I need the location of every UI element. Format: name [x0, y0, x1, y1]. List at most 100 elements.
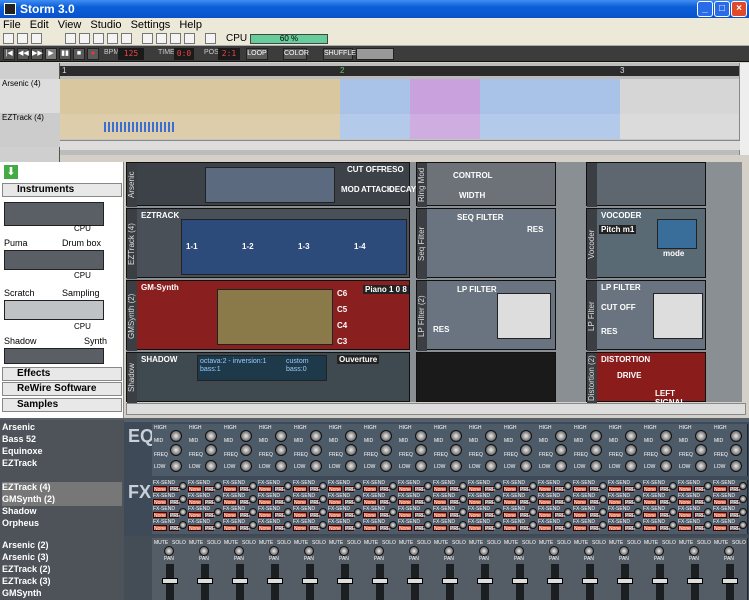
fx-pre-button[interactable]: PRE: [344, 525, 355, 532]
fx-send-knob[interactable]: [319, 482, 327, 490]
solo-label[interactable]: SOLO: [592, 540, 606, 546]
fx-none-button[interactable]: None: [398, 486, 412, 493]
channel-row[interactable]: EZTrack (2): [2, 564, 122, 576]
pan-knob[interactable]: [654, 546, 664, 556]
fx-send-knob[interactable]: [599, 521, 607, 529]
piano-roll[interactable]: [217, 289, 333, 345]
fx-none-button[interactable]: None: [223, 512, 237, 519]
fx-pre-button[interactable]: PRE: [239, 525, 250, 532]
fx-send-knob[interactable]: [529, 495, 537, 503]
pan-knob[interactable]: [269, 546, 279, 556]
fx-none-button[interactable]: None: [608, 525, 622, 532]
fx-pre-button[interactable]: PRE: [519, 525, 530, 532]
eq-mid-knob[interactable]: [450, 444, 462, 456]
fx-send-knob[interactable]: [319, 508, 327, 516]
mute-label[interactable]: MUTE: [259, 540, 273, 546]
fx-none-button[interactable]: None: [433, 486, 447, 493]
fx-none-button[interactable]: None: [538, 525, 552, 532]
fx-none-button[interactable]: None: [363, 512, 377, 519]
eq-high-knob[interactable]: [310, 430, 322, 442]
fx-pre-button[interactable]: PRE: [554, 525, 565, 532]
fx-none-button[interactable]: None: [328, 486, 342, 493]
fx-send-knob[interactable]: [494, 495, 502, 503]
pan-knob[interactable]: [374, 546, 384, 556]
fx-send-knob[interactable]: [459, 521, 467, 529]
channel-row[interactable]: Shadow: [2, 506, 122, 518]
fx-pre-button[interactable]: PRE: [624, 499, 635, 506]
fader-handle[interactable]: [267, 578, 283, 584]
track-arsenic[interactable]: Arsenic (4): [0, 79, 60, 113]
fx-pre-button[interactable]: PRE: [379, 499, 390, 506]
eq-mid-knob[interactable]: [520, 444, 532, 456]
fx-send-knob[interactable]: [249, 508, 257, 516]
fx-pre-button[interactable]: PRE: [589, 486, 600, 493]
fx-pre-button[interactable]: PRE: [694, 486, 705, 493]
fx-pre-button[interactable]: PRE: [274, 525, 285, 532]
fx-send-knob[interactable]: [389, 482, 397, 490]
fx-send-knob[interactable]: [354, 521, 362, 529]
fx-send-knob[interactable]: [704, 482, 712, 490]
menu-studio[interactable]: Studio: [90, 19, 121, 31]
eq-high-knob[interactable]: [240, 430, 252, 442]
fx-send-knob[interactable]: [739, 508, 747, 516]
timeline-vertical-scrollbar[interactable]: [739, 63, 749, 155]
fx-none-button[interactable]: None: [153, 486, 167, 493]
fx-send-knob[interactable]: [529, 508, 537, 516]
channel-row[interactable]: Arsenic (2): [2, 540, 122, 552]
eq-high-knob[interactable]: [345, 430, 357, 442]
pan-knob[interactable]: [514, 546, 524, 556]
mute-label[interactable]: MUTE: [154, 540, 168, 546]
fx-pre-button[interactable]: PRE: [344, 486, 355, 493]
solo-label[interactable]: SOLO: [732, 540, 746, 546]
fx-none-button[interactable]: None: [223, 486, 237, 493]
step-device[interactable]: [586, 162, 706, 207]
gmsynth-device[interactable]: GMSynth (2) GM-Synth C6 C5 C4 C3 Piano 1…: [126, 280, 410, 351]
fx-pre-button[interactable]: PRE: [169, 499, 180, 506]
fx-send-knob[interactable]: [669, 495, 677, 503]
fx-none-button[interactable]: None: [433, 512, 447, 519]
fx-none-button[interactable]: None: [188, 499, 202, 506]
copy-icon[interactable]: [65, 33, 76, 44]
fx-send-knob[interactable]: [214, 495, 222, 503]
distortion-device[interactable]: Distortion (2) DISTORTION DRIVE LEFT SIG…: [586, 352, 706, 407]
fx-none-button[interactable]: None: [573, 525, 587, 532]
fx-send-knob[interactable]: [354, 482, 362, 490]
pan-knob[interactable]: [339, 546, 349, 556]
mute-label[interactable]: MUTE: [504, 540, 518, 546]
eq-low-knob[interactable]: [345, 460, 357, 472]
fx-pre-button[interactable]: PRE: [239, 499, 250, 506]
fader-handle[interactable]: [442, 578, 458, 584]
fx-none-button[interactable]: None: [608, 486, 622, 493]
device-thumbnail-puma[interactable]: [4, 250, 104, 270]
rack-view-icon[interactable]: [142, 33, 153, 44]
solo-label[interactable]: SOLO: [522, 540, 536, 546]
fx-send-knob[interactable]: [284, 482, 292, 490]
fx-none-button[interactable]: None: [293, 499, 307, 506]
minimize-button[interactable]: _: [697, 1, 713, 17]
eq-low-knob[interactable]: [450, 460, 462, 472]
track-eztrack[interactable]: EZTrack (4): [0, 113, 60, 147]
channel-row[interactable]: Arsenic: [2, 422, 122, 434]
eq-low-knob[interactable]: [310, 460, 322, 472]
fx-pre-button[interactable]: PRE: [379, 486, 390, 493]
channel-row[interactable]: Bass 52: [2, 434, 122, 446]
pan-knob[interactable]: [689, 546, 699, 556]
fx-send-knob[interactable]: [459, 508, 467, 516]
eq-high-knob[interactable]: [170, 430, 182, 442]
fx-pre-button[interactable]: PRE: [344, 512, 355, 519]
mute-label[interactable]: MUTE: [469, 540, 483, 546]
fx-none-button[interactable]: None: [713, 525, 727, 532]
mute-label[interactable]: MUTE: [329, 540, 343, 546]
fx-none-button[interactable]: None: [188, 525, 202, 532]
fx-pre-button[interactable]: PRE: [204, 512, 215, 519]
rack-horizontal-scrollbar[interactable]: [126, 403, 746, 415]
fx-send-knob[interactable]: [249, 495, 257, 503]
fx-pre-button[interactable]: PRE: [519, 499, 530, 506]
fx-send-knob[interactable]: [634, 495, 642, 503]
fx-send-knob[interactable]: [389, 495, 397, 503]
fx-send-knob[interactable]: [424, 495, 432, 503]
fx-none-button[interactable]: None: [153, 499, 167, 506]
eq-low-knob[interactable]: [380, 460, 392, 472]
fx-none-button[interactable]: None: [538, 486, 552, 493]
eq-mid-knob[interactable]: [625, 444, 637, 456]
